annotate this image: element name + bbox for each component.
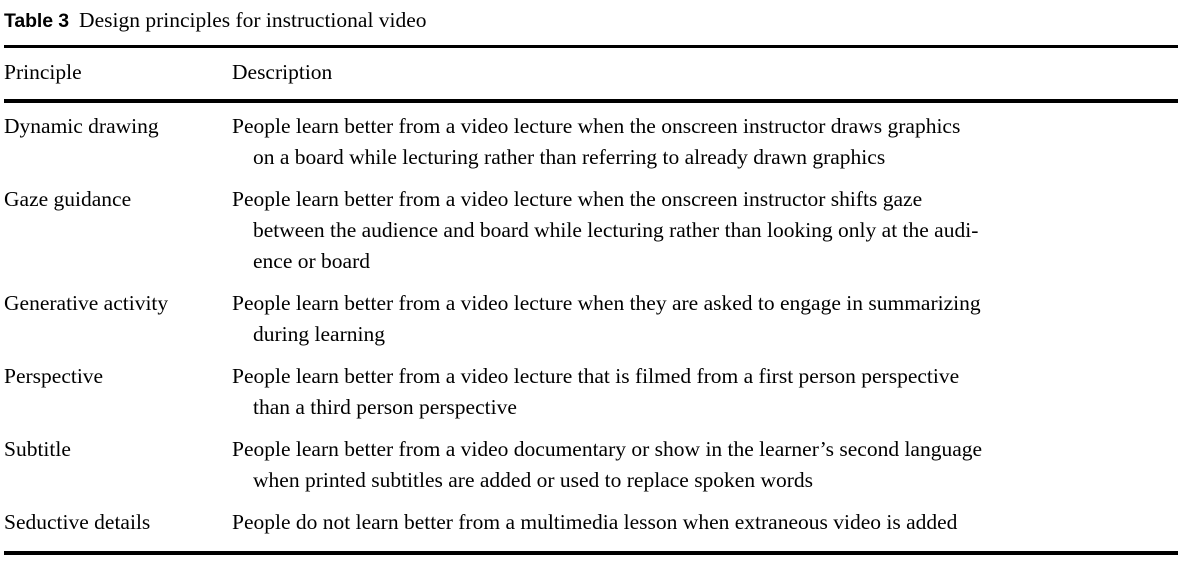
- cell-principle: Gaze guidance: [4, 187, 132, 211]
- table-top-rule: [4, 45, 1178, 48]
- table-row: Generative activity People learn better f…: [4, 288, 1178, 350]
- cell-description: People learn better from a video lecture…: [232, 361, 1178, 423]
- table-figure: Table 3 Design principles for instruction…: [0, 0, 1200, 576]
- cell-principle: Subtitle: [4, 437, 71, 461]
- cell-description: People learn better from a video lecture…: [232, 184, 1178, 277]
- table-header-rule: [4, 99, 1178, 103]
- table-row: Perspective People learn better from a vi…: [4, 361, 1178, 423]
- cell-description: People learn better from a video lecture…: [232, 288, 1178, 350]
- description-line: People learn better from a video documen…: [232, 437, 983, 461]
- header-row: Principle Description: [4, 57, 1178, 88]
- description-line: People learn better from a video lecture…: [232, 187, 923, 211]
- column-header-principle: Principle: [4, 60, 82, 84]
- description-line: People learn better from a video lecture…: [232, 291, 981, 315]
- column-header-description: Description: [232, 60, 333, 84]
- description-line: People do not learn better from a multim…: [232, 510, 958, 534]
- table-row: Seductive details People do not learn bet…: [4, 507, 1178, 538]
- cell-principle: Seductive details: [4, 510, 151, 534]
- description-line: during learning: [253, 322, 385, 346]
- description-line: between the audience and board while lec…: [253, 218, 979, 242]
- table-header-row: Principle Description: [4, 57, 1178, 95]
- cell-description: People do not learn better from a multim…: [232, 507, 1178, 538]
- cell-description: People learn better from a video lecture…: [232, 111, 1178, 173]
- cell-description: People learn better from a video documen…: [232, 434, 1178, 496]
- description-line: when printed subtitles are added or used…: [253, 468, 814, 492]
- table-bottom-rule: [4, 551, 1178, 555]
- description-line: ence or board: [253, 249, 370, 273]
- table-row: Dynamic drawing People learn better from …: [4, 111, 1178, 173]
- description-line: on a board while lecturing rather than r…: [253, 145, 886, 169]
- cell-principle: Generative activity: [4, 291, 169, 315]
- description-line: People learn better from a video lecture…: [232, 364, 960, 388]
- table-caption-text: Design principles for instructional vide…: [79, 8, 427, 32]
- table-row: Subtitle People learn better from a video…: [4, 434, 1178, 496]
- description-line: People learn better from a video lecture…: [232, 114, 961, 138]
- cell-principle: Perspective: [4, 364, 104, 388]
- table-row: Gaze guidance People learn better from a …: [4, 184, 1178, 277]
- table-caption-label: Table 3: [4, 10, 70, 32]
- cell-principle: Dynamic drawing: [4, 114, 159, 138]
- table-body: Dynamic drawing People learn better from …: [4, 111, 1178, 538]
- table-caption: Table 3 Design principles for instruction…: [4, 6, 1178, 35]
- description-line: than a third person perspective: [253, 395, 517, 419]
